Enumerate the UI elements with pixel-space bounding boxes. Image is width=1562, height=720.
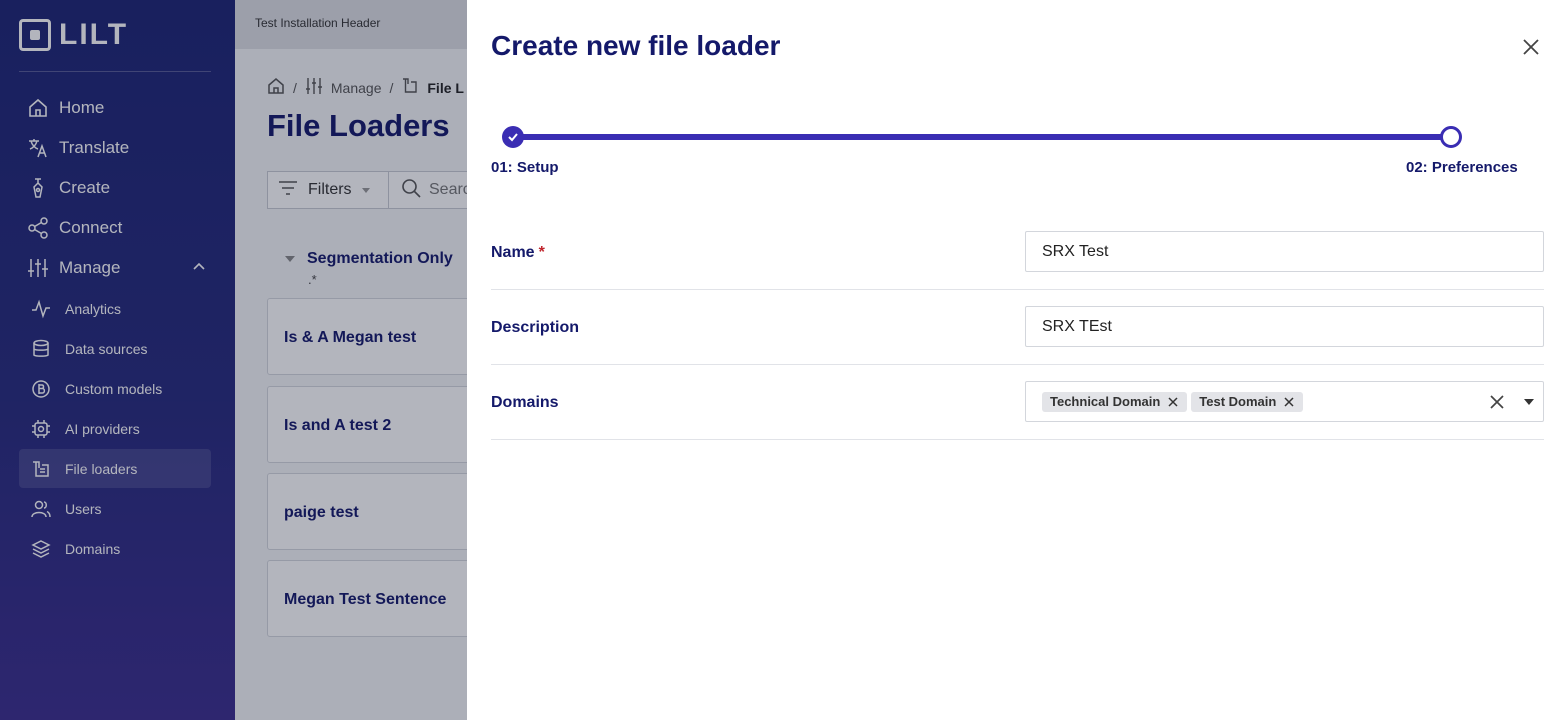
create-file-loader-drawer: Create new file loader 01: Setup 02: Pre… [467, 0, 1562, 720]
name-input[interactable] [1025, 231, 1544, 272]
chip-remove-icon[interactable] [1167, 396, 1179, 408]
description-input[interactable] [1025, 306, 1544, 347]
stepper-progress-line [513, 134, 1451, 140]
step-current-dot[interactable] [1440, 126, 1462, 148]
domain-chip-label: Technical Domain [1050, 394, 1161, 409]
step-label-preferences: 02: Preferences [1406, 159, 1518, 176]
name-label: Name * [491, 244, 545, 262]
domains-label: Domains [491, 394, 559, 411]
domain-chip: Technical Domain [1042, 391, 1188, 412]
domains-multiselect[interactable]: Technical Domain Test Domain [1025, 381, 1544, 422]
domain-chip: Test Domain [1191, 391, 1304, 412]
name-label-text: Name [491, 244, 535, 261]
chip-remove-icon[interactable] [1283, 396, 1295, 408]
step-complete-check-icon[interactable] [502, 126, 524, 148]
description-row: Description [491, 290, 1544, 365]
clear-all-icon[interactable] [1488, 393, 1506, 411]
description-label: Description [491, 319, 580, 336]
close-icon[interactable] [1520, 36, 1542, 58]
step-label-setup: 01: Setup [491, 159, 559, 176]
name-row: Name * [491, 215, 1544, 290]
domains-row: Domains Technical Domain Test Domain [491, 365, 1544, 440]
drawer-title: Create new file loader [491, 30, 781, 61]
dropdown-caret-icon[interactable] [1524, 399, 1534, 405]
domain-chip-label: Test Domain [1199, 394, 1277, 409]
required-asterisk: * [538, 244, 545, 261]
